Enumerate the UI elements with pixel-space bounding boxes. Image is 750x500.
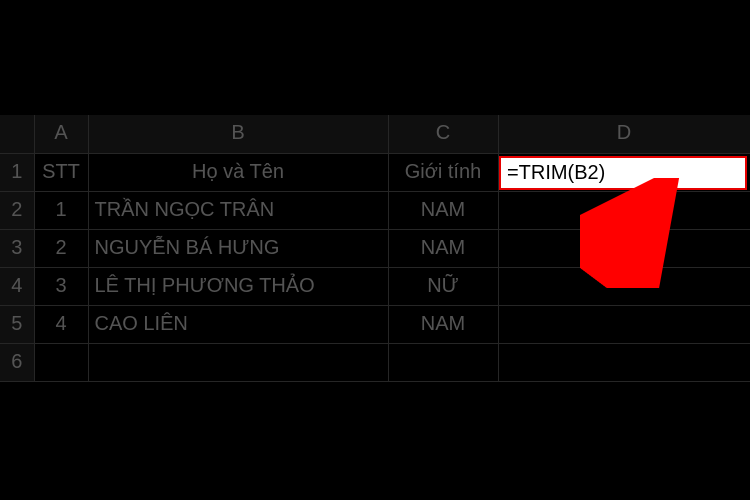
cell-C3[interactable]: NAM	[388, 229, 498, 267]
col-header-B[interactable]: B	[88, 115, 388, 153]
cell-C1[interactable]: Giới tính	[388, 153, 498, 191]
cell-B1[interactable]: Họ và Tên	[88, 153, 388, 191]
col-header-D[interactable]: D	[498, 115, 750, 153]
row-header-4[interactable]: 4	[0, 267, 34, 305]
row-header-5[interactable]: 5	[0, 305, 34, 343]
table-row: 6	[0, 343, 750, 381]
cell-D2[interactable]	[498, 191, 750, 229]
column-header-row: A B C D	[0, 115, 750, 153]
cell-A3[interactable]: 2	[34, 229, 88, 267]
table-row: 4 3 LÊ THỊ PHƯƠNG THẢO NỮ	[0, 267, 750, 305]
cell-C2[interactable]: NAM	[388, 191, 498, 229]
row-header-2[interactable]: 2	[0, 191, 34, 229]
cell-A1[interactable]: STT	[34, 153, 88, 191]
cell-D6[interactable]	[498, 343, 750, 381]
row-header-6[interactable]: 6	[0, 343, 34, 381]
cell-C6[interactable]	[388, 343, 498, 381]
row-header-3[interactable]: 3	[0, 229, 34, 267]
cell-B2[interactable]: TRẦN NGỌC TRÂN	[88, 191, 388, 229]
table-row: 2 1 TRẦN NGỌC TRÂN NAM	[0, 191, 750, 229]
cell-B5[interactable]: CAO LIÊN	[88, 305, 388, 343]
table-row: 3 2 NGUYỄN BÁ HƯNG NAM	[0, 229, 750, 267]
cell-D3[interactable]	[498, 229, 750, 267]
cell-A4[interactable]: 3	[34, 267, 88, 305]
cell-A6[interactable]	[34, 343, 88, 381]
col-header-C[interactable]: C	[388, 115, 498, 153]
cell-D4[interactable]	[498, 267, 750, 305]
cell-A5[interactable]: 4	[34, 305, 88, 343]
cell-B4[interactable]: LÊ THỊ PHƯƠNG THẢO	[88, 267, 388, 305]
select-all-corner[interactable]	[0, 115, 34, 153]
row-header-1[interactable]: 1	[0, 153, 34, 191]
cell-D5[interactable]	[498, 305, 750, 343]
formula-input[interactable]: =TRIM(B2)	[499, 156, 747, 190]
cell-A2[interactable]: 1	[34, 191, 88, 229]
cell-B3[interactable]: NGUYỄN BÁ HƯNG	[88, 229, 388, 267]
cell-B6[interactable]	[88, 343, 388, 381]
cell-C5[interactable]: NAM	[388, 305, 498, 343]
col-header-A[interactable]: A	[34, 115, 88, 153]
cell-C4[interactable]: NỮ	[388, 267, 498, 305]
table-row: 5 4 CAO LIÊN NAM	[0, 305, 750, 343]
active-cell-highlight: =TRIM(B2)	[498, 155, 748, 191]
